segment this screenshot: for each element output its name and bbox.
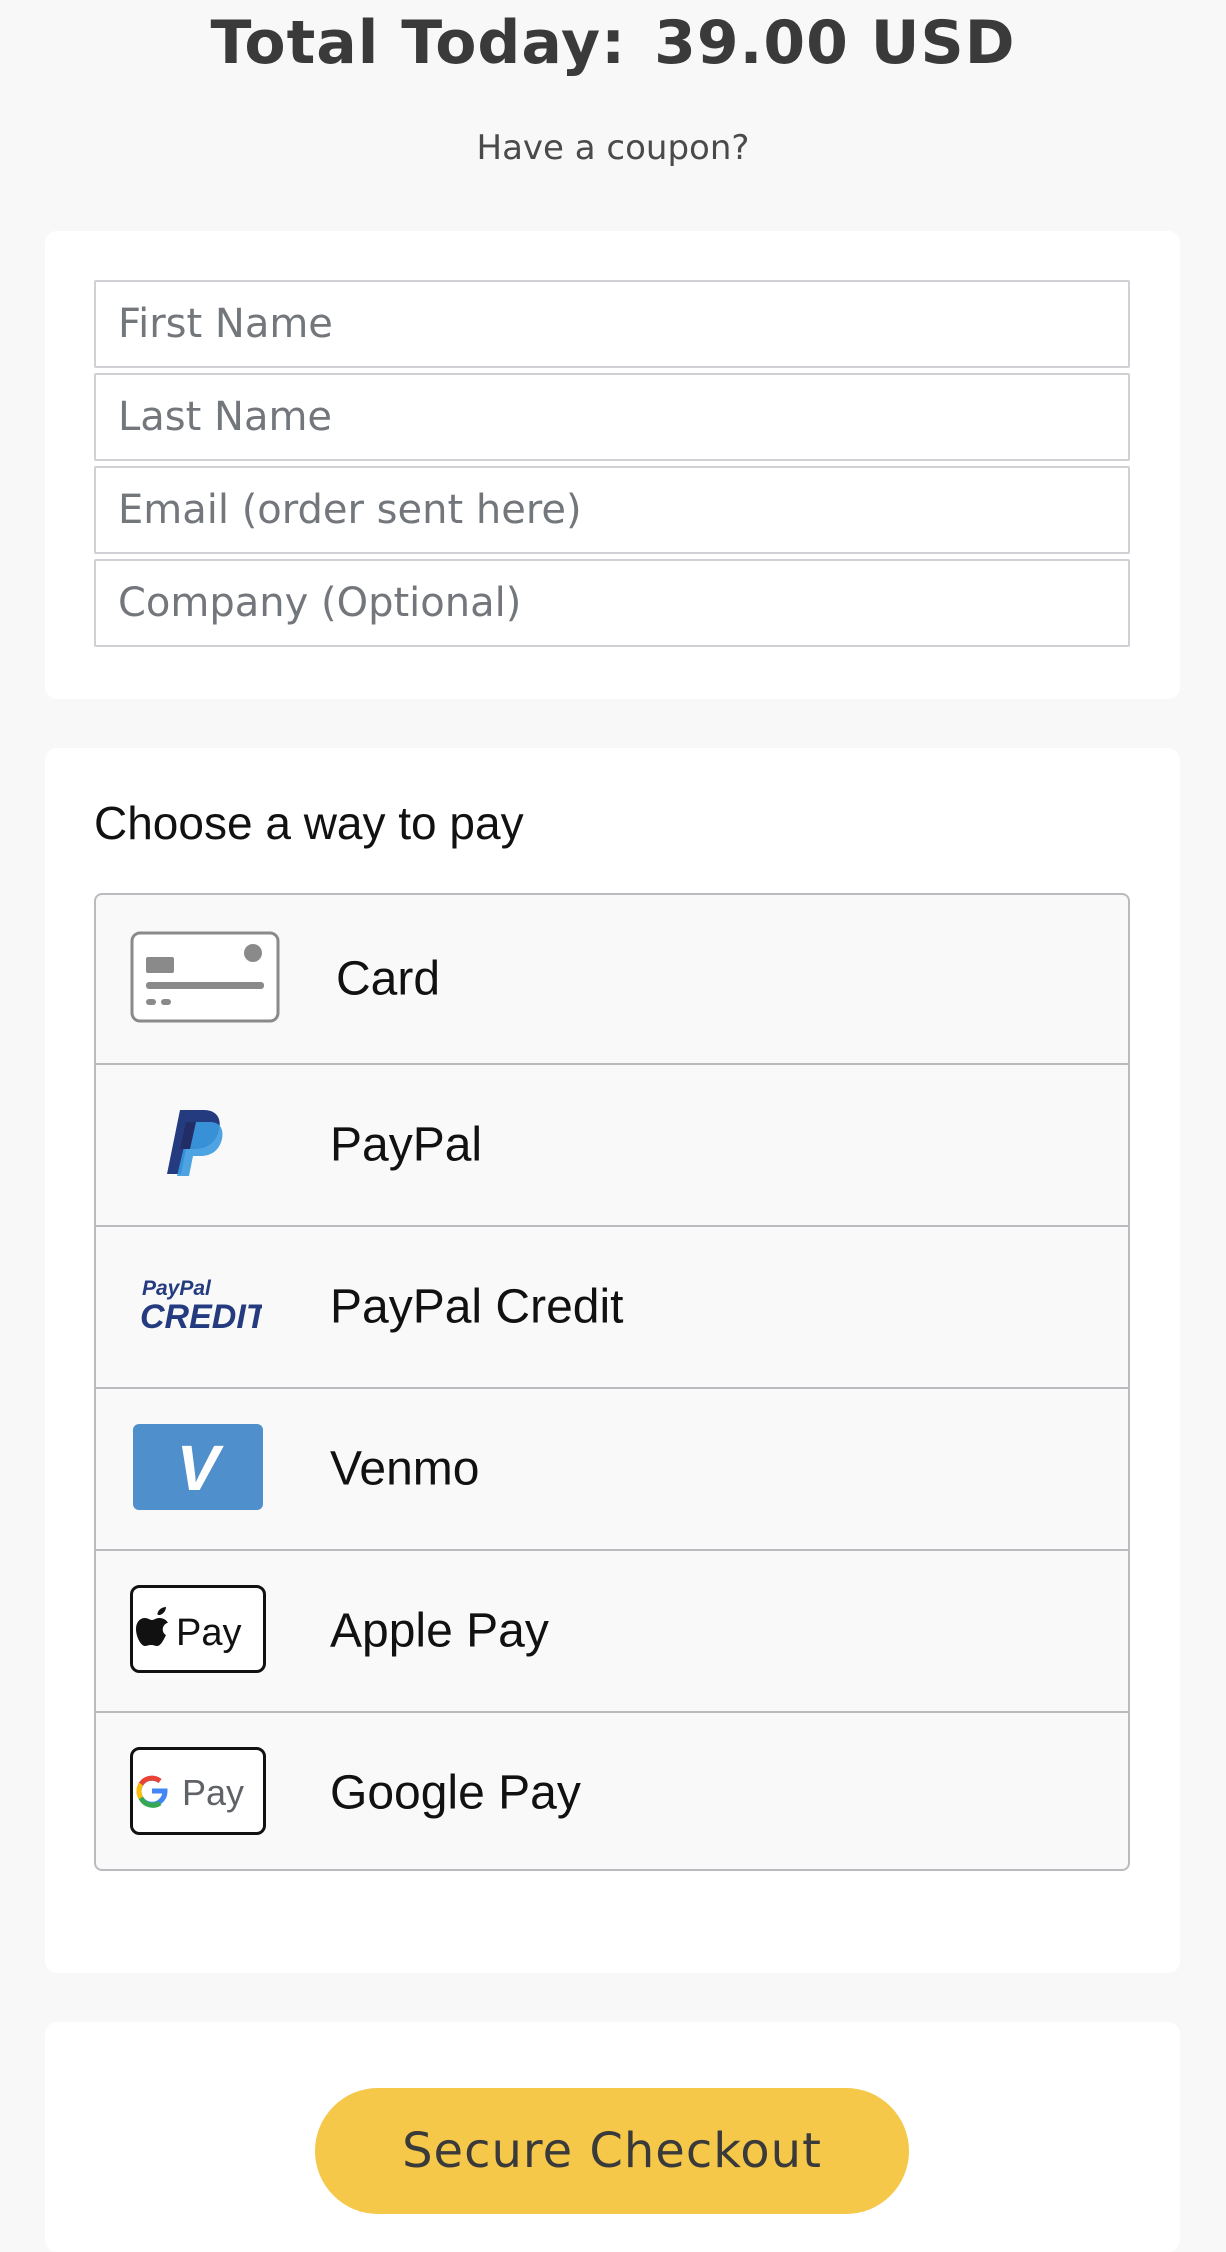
first-name-field[interactable] <box>94 280 1130 368</box>
payment-method-venmo[interactable]: V Venmo <box>96 1387 1128 1549</box>
apple-pay-icon: Pay <box>130 1585 266 1677</box>
paypal-credit-small-text: PayPal <box>142 1277 212 1300</box>
method-label-paypal-credit: PayPal Credit <box>330 1280 624 1334</box>
checkout-panel: Secure Checkout <box>45 2022 1180 2252</box>
paypal-credit-big-text: CREDIT <box>140 1298 262 1336</box>
total-today: Total Today: 39.00 USD <box>0 8 1226 78</box>
customer-info-panel <box>45 231 1180 699</box>
payment-method-paypal-credit[interactable]: PayPal CREDIT PayPal Credit <box>96 1225 1128 1387</box>
google-pay-logo-text: Pay <box>182 1772 244 1813</box>
payment-method-apple-pay[interactable]: Pay Apple Pay <box>96 1549 1128 1711</box>
total-amount: 39.00 USD <box>654 8 1016 78</box>
venmo-icon: V <box>133 1424 263 1514</box>
paypal-icon <box>166 1108 226 1182</box>
credit-card-icon <box>130 931 280 1027</box>
payment-method-google-pay[interactable]: Pay Google Pay <box>96 1711 1128 1869</box>
coupon-link[interactable]: Have a coupon? <box>0 128 1226 168</box>
payment-method-paypal[interactable]: PayPal <box>96 1063 1128 1225</box>
last-name-field[interactable] <box>94 373 1130 461</box>
payment-methods-list: Card PayPal PayPal CREDIT PayPal Credit <box>94 893 1130 1871</box>
method-label-venmo: Venmo <box>330 1442 480 1496</box>
apple-pay-logo-text: Pay <box>176 1612 241 1654</box>
method-label-google-pay: Google Pay <box>330 1766 581 1820</box>
payment-panel: Choose a way to pay Card PayPal PayPal C… <box>45 748 1180 1973</box>
google-pay-icon: Pay <box>130 1747 266 1839</box>
payment-method-card[interactable]: Card <box>96 895 1128 1063</box>
total-label: Total Today: <box>210 8 627 78</box>
method-label-apple-pay: Apple Pay <box>330 1604 549 1658</box>
venmo-logo-text: V <box>177 1432 225 1504</box>
method-label-paypal: PayPal <box>330 1118 483 1172</box>
method-label-card: Card <box>336 952 441 1006</box>
secure-checkout-button[interactable]: Secure Checkout <box>315 2088 909 2214</box>
paypal-credit-icon: PayPal CREDIT <box>138 1273 270 1341</box>
email-field[interactable] <box>94 466 1130 554</box>
payment-title: Choose a way to pay <box>94 797 524 849</box>
company-field[interactable] <box>94 559 1130 647</box>
